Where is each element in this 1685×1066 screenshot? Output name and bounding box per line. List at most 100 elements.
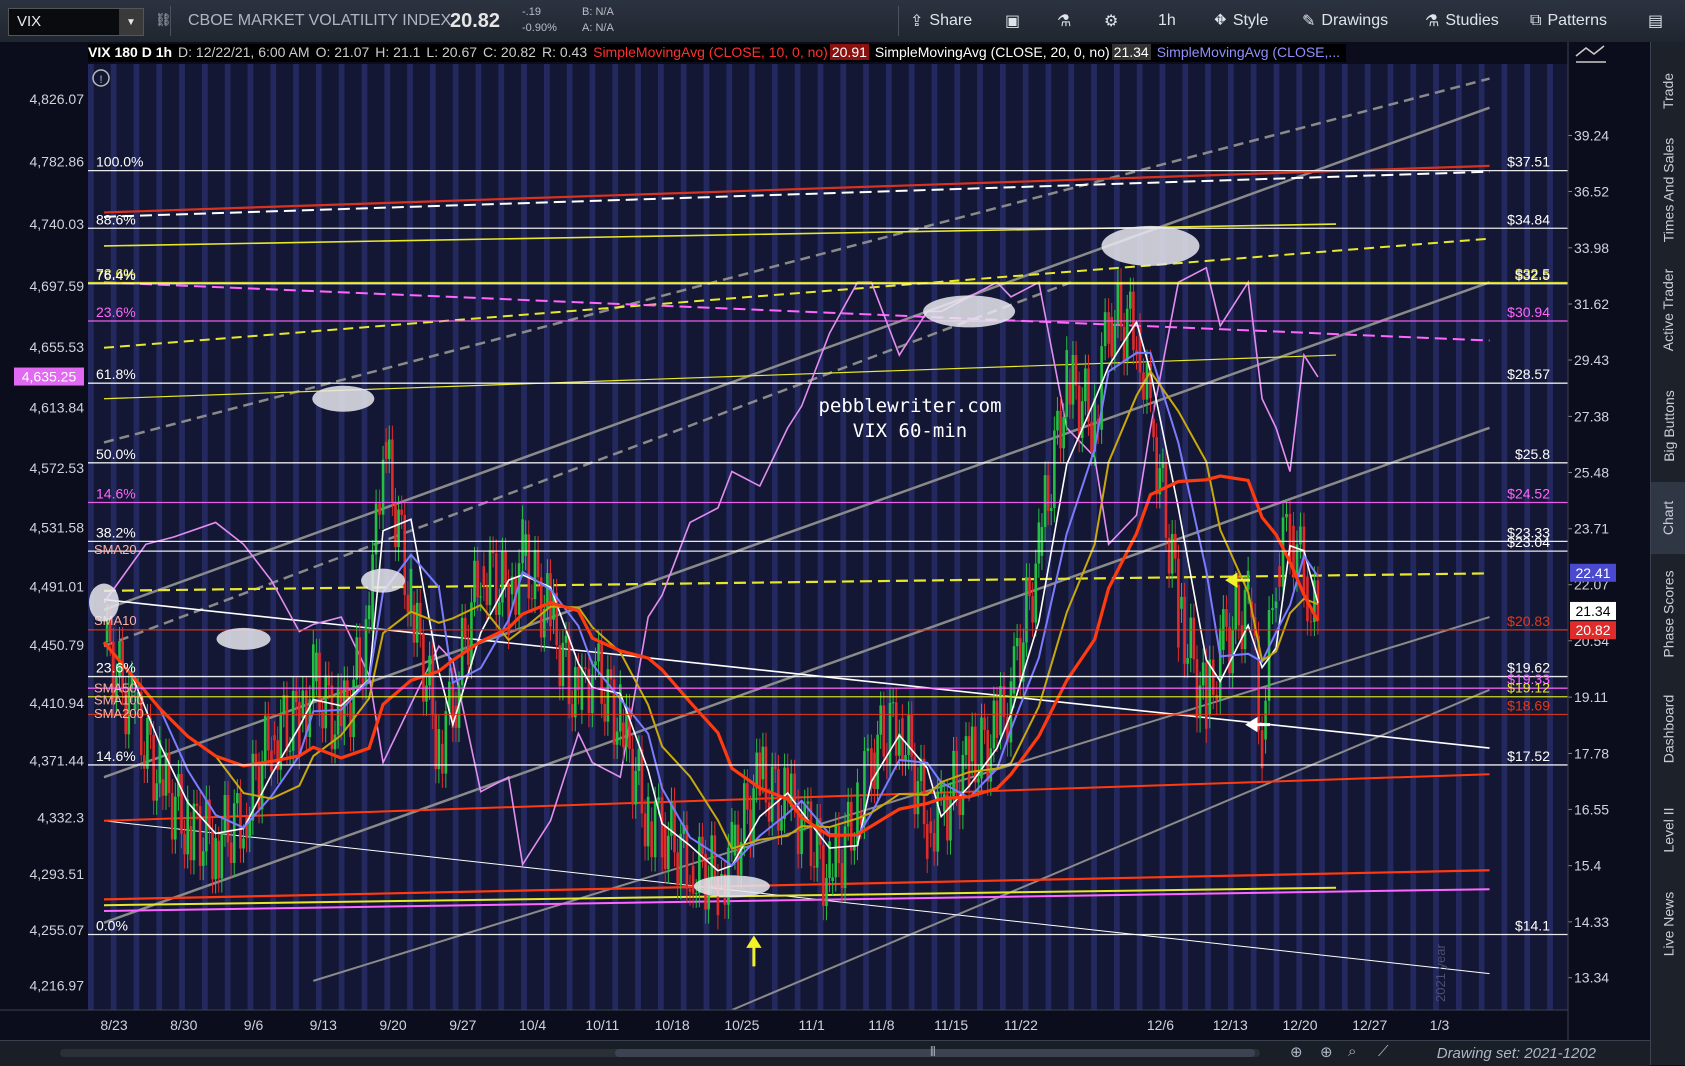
candle-body	[364, 619, 368, 686]
timeframe-button[interactable]: 1h	[1158, 8, 1176, 34]
session-stripe	[1136, 64, 1143, 1010]
sidebar-tab-active-trader[interactable]: Active Trader	[1651, 250, 1685, 370]
left-axis-tick: 4,782.86	[30, 154, 85, 170]
candle-body	[657, 797, 660, 801]
fib-price-label: $19.12	[1507, 680, 1550, 696]
sidebar-tab-live-news[interactable]: Live News	[1651, 876, 1685, 972]
candle-body	[1053, 430, 1056, 509]
candle-body	[916, 781, 920, 815]
candle-body	[444, 711, 448, 774]
session-stripe	[794, 64, 801, 1010]
symbol-text: VIX	[17, 13, 42, 30]
left-axis-tick: 4,531.58	[30, 519, 85, 535]
flask-icon[interactable]: ⚗	[1057, 8, 1071, 34]
candle-body	[174, 796, 177, 840]
candle-body	[239, 793, 242, 849]
candle-body	[367, 605, 371, 620]
style-button[interactable]: ⛖ Style	[1214, 8, 1268, 34]
candle-body	[381, 459, 385, 515]
candle-body	[161, 779, 165, 796]
drawing-tool-icon[interactable]: ⟋	[1378, 1043, 1389, 1060]
candle-body	[831, 877, 834, 881]
legend-date: D: 12/22/21, 6:00 AM	[178, 44, 310, 60]
chevron-down-icon[interactable]: ▼	[119, 9, 143, 35]
candle-body	[691, 865, 695, 894]
symbol-input[interactable]: VIX ▼	[8, 8, 144, 36]
sidebar-tab-chart[interactable]: Chart	[1651, 482, 1685, 554]
drawings-button[interactable]: ✎ Drawings	[1302, 8, 1388, 34]
sidebar-tab-level-ii[interactable]: Level II	[1651, 784, 1685, 876]
left-axis-tick: 4,697.59	[30, 278, 85, 294]
candle-body	[143, 755, 146, 769]
x-axis-tick: 11/1	[799, 1017, 825, 1033]
left-axis-tick: 4,371.44	[30, 752, 85, 768]
right-axis-tag: 22.41	[1575, 565, 1610, 581]
x-axis-tick: 10/11	[585, 1017, 619, 1033]
session-stripe	[1205, 64, 1211, 1010]
panel-icon[interactable]: ▤	[1648, 8, 1663, 34]
session-stripe	[908, 64, 915, 1010]
candle-body	[333, 734, 337, 750]
candle-body	[211, 830, 214, 880]
fib-price-label: $30.94	[1507, 304, 1550, 320]
candle-body	[242, 838, 245, 849]
magnifier-icon[interactable]: ⌕	[1348, 1043, 1356, 1060]
candle-body	[1012, 646, 1016, 694]
gear-icon[interactable]: ⚙	[1104, 8, 1118, 34]
quick-chart-icon[interactable]: ▣	[1005, 8, 1020, 34]
session-stripe	[1342, 64, 1348, 1010]
candle-body	[653, 800, 657, 858]
sidebar-tab-big-buttons[interactable]: Big Buttons	[1651, 370, 1685, 482]
candle-body	[476, 560, 479, 597]
candle-body	[849, 801, 853, 851]
candle-body	[415, 602, 419, 643]
share-button[interactable]: ⇪ Share	[910, 8, 972, 34]
candle-body	[983, 717, 986, 731]
x-axis-tick: 12/20	[1282, 1017, 1317, 1033]
sidebar-tab-times-and-sales[interactable]: Times And Sales	[1651, 130, 1685, 250]
candle-body	[422, 633, 425, 702]
candle-body	[622, 722, 625, 748]
fib-price-label: $18.69	[1507, 697, 1550, 713]
candle-body	[355, 637, 359, 680]
fib-percent-label: 0.0%	[96, 917, 128, 933]
candle-body	[667, 835, 670, 870]
x-axis-tick: 11/8	[868, 1017, 894, 1033]
candle-body	[189, 826, 193, 861]
drawing-set-label[interactable]: Drawing set: 2021-1202	[1437, 1045, 1596, 1062]
candle-body	[192, 803, 196, 861]
candle-body	[437, 729, 441, 770]
session-stripe	[1433, 64, 1439, 1010]
candle-body	[205, 799, 208, 852]
studies-button[interactable]: ⚗ Studies	[1425, 8, 1499, 34]
crosshair-icon[interactable]: ⊕	[1320, 1043, 1333, 1061]
candle-body	[1037, 522, 1041, 564]
sidebar-tab-phase-scores[interactable]: Phase Scores	[1651, 554, 1685, 674]
share-label: Share	[929, 12, 973, 29]
sidebar-tab-trade[interactable]: Trade	[1651, 52, 1685, 130]
candle-body	[236, 793, 239, 804]
candle-body	[1243, 589, 1247, 650]
session-stripe	[566, 64, 573, 1010]
session-stripe	[635, 64, 641, 1010]
candle-body	[879, 705, 883, 735]
candle-body	[170, 793, 174, 840]
patterns-button[interactable]: ⧉ Patterns	[1530, 8, 1607, 34]
candle-body	[812, 866, 816, 868]
left-axis-tick: 4,332.3	[37, 809, 84, 825]
sidebar-tab-label: Active Trader	[1660, 268, 1677, 352]
candle-body	[470, 602, 473, 665]
sidebar-tab-dashboard[interactable]: Dashboard	[1651, 674, 1685, 784]
left-axis-tick: 4,410.94	[30, 695, 85, 711]
zoom-in-icon[interactable]: ⊕	[1290, 1043, 1303, 1061]
grip-icon[interactable]: ⦀	[930, 1044, 936, 1060]
candle-body	[1028, 577, 1031, 597]
left-axis-tick: 4,293.51	[30, 866, 85, 882]
candle-body	[800, 814, 803, 855]
candle-body	[973, 726, 977, 783]
candle-body	[561, 642, 565, 687]
price-chart[interactable]: $37.51100.0%$34.8488.6%$32.578.6% $32.576…	[0, 42, 1650, 1040]
candle-body	[441, 743, 444, 774]
candle-body	[504, 551, 507, 584]
legend-low: L: 20.67	[426, 44, 478, 60]
